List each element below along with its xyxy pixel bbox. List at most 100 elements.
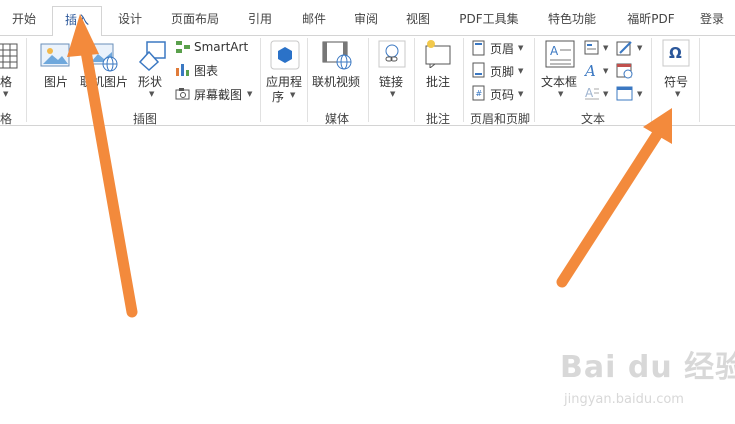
omega-symbol-icon[interactable]: Ω (662, 39, 690, 67)
group-separator (260, 38, 261, 122)
group-label-table: 表格 (0, 112, 13, 126)
tab-mailings-label: 邮件 (301, 12, 326, 26)
group-separator (307, 38, 308, 122)
chart-button-label[interactable]: 图表 (194, 62, 218, 79)
screenshot-dropdown-caret[interactable]: ▼ (247, 90, 252, 98)
group-label-text: 文本 (581, 112, 606, 126)
group-separator (651, 38, 652, 122)
group-separator (414, 38, 415, 122)
page-number-icon[interactable]: # (472, 85, 486, 101)
drop-cap-icon[interactable]: A (584, 85, 600, 101)
group-label-media: 媒体 (325, 112, 350, 126)
page-number-button-label[interactable]: 页码 (490, 86, 514, 103)
header-dropdown-caret[interactable]: ▼ (518, 44, 523, 52)
tab-home[interactable]: 开始 (2, 6, 46, 36)
table-dropdown-caret[interactable]: ▼ (3, 90, 8, 98)
textbox-dropdown-caret[interactable]: ▼ (558, 90, 563, 98)
tab-review-label: 审阅 (353, 12, 378, 26)
shapes-dropdown-caret[interactable]: ▼ (149, 90, 154, 98)
header-icon[interactable] (472, 40, 486, 56)
online-picture-icon[interactable] (88, 42, 120, 72)
header-button-label[interactable]: 页眉 (490, 40, 514, 57)
shapes-icon[interactable] (136, 40, 168, 72)
picture-icon[interactable] (40, 42, 70, 70)
tab-page-layout[interactable]: 页面布局 (162, 6, 228, 36)
tab-pdf-tools[interactable]: PDF工具集 (452, 6, 526, 36)
symbol-dropdown-caret[interactable]: ▼ (675, 90, 680, 98)
tab-foxit-pdf-label: 福昕PDF (627, 12, 675, 26)
group-separator (26, 38, 27, 122)
drop-cap-dropdown-caret[interactable]: ▼ (603, 90, 608, 98)
group-label-comments: 批注 (426, 112, 451, 126)
group-separator (463, 38, 464, 122)
footer-dropdown-caret[interactable]: ▼ (518, 67, 523, 75)
wordart-dropdown-caret[interactable]: ▼ (603, 67, 608, 75)
apps-store-icon[interactable] (270, 40, 300, 70)
svg-text:A: A (584, 62, 596, 78)
tab-references[interactable]: 引用 (238, 6, 282, 36)
tab-view[interactable]: 视图 (396, 6, 440, 36)
tab-insert-label: 插入 (64, 13, 89, 27)
smartart-button-label[interactable]: SmartArt (194, 40, 248, 54)
object-icon[interactable] (616, 85, 634, 103)
link-icon[interactable] (378, 40, 406, 68)
symbol-button-label[interactable]: 符号 (664, 73, 688, 90)
picture-button-label[interactable]: 图片 (44, 73, 68, 90)
quick-parts-icon[interactable] (584, 40, 600, 56)
link-dropdown-caret[interactable]: ▼ (390, 90, 395, 98)
group-separator (699, 38, 700, 122)
screenshot-button-label[interactable]: 屏幕截图 (194, 86, 242, 103)
tab-design-label: 设计 (117, 12, 142, 26)
arrow-to-symbol-button (556, 108, 672, 288)
wordart-icon[interactable]: A (584, 62, 600, 78)
svg-text:A: A (550, 44, 559, 58)
svg-text:#: # (476, 89, 483, 98)
screenshot-icon[interactable] (175, 86, 191, 100)
watermark-logo: Bai du 经验 (560, 350, 735, 385)
tab-design[interactable]: 设计 (108, 6, 152, 36)
footer-button-label[interactable]: 页脚 (490, 63, 514, 80)
signature-line-icon[interactable] (616, 39, 634, 57)
link-button-label[interactable]: 链接 (379, 73, 403, 90)
group-label-illustrations: 插图 (133, 112, 158, 126)
group-separator (368, 38, 369, 122)
tab-view-label: 视图 (405, 12, 430, 26)
apps-dropdown-caret[interactable]: ▼ (290, 91, 295, 99)
chart-icon[interactable] (175, 62, 191, 76)
tab-insert[interactable]: 插入 (52, 6, 102, 37)
date-time-icon[interactable] (616, 62, 634, 80)
svg-text:Ω: Ω (669, 44, 682, 62)
signature-line-dropdown-caret[interactable]: ▼ (637, 44, 642, 52)
online-picture-button-label[interactable]: 联机图片 (80, 73, 128, 90)
textbox-button-label[interactable]: 文本框 (541, 73, 577, 90)
login-link[interactable]: 登录 (694, 6, 730, 36)
tab-special-features[interactable]: 特色功能 (540, 6, 604, 36)
svg-text:A: A (585, 86, 594, 100)
ribbon-tab-bar: 开始 插入 设计 页面布局 引用 邮件 审阅 视图 PDF工具集 特色功能 福昕… (0, 0, 735, 37)
watermark-url: jingyan.baidu.com (564, 392, 684, 407)
tab-pdf-tools-label: PDF工具集 (459, 12, 519, 26)
comment-icon[interactable] (422, 38, 454, 68)
tab-foxit-pdf[interactable]: 福昕PDF (618, 6, 684, 36)
table-button-label[interactable]: 表格 (0, 73, 12, 90)
footer-icon[interactable] (472, 62, 486, 78)
apps-button-label-line2[interactable]: 序 (272, 88, 284, 105)
page-number-dropdown-caret[interactable]: ▼ (518, 90, 523, 98)
login-label: 登录 (699, 12, 724, 26)
online-video-icon[interactable] (322, 40, 354, 70)
tab-page-layout-label: 页面布局 (170, 12, 219, 26)
shapes-button-label[interactable]: 形状 (138, 73, 162, 90)
comment-button-label[interactable]: 批注 (426, 73, 450, 90)
tab-mailings[interactable]: 邮件 (292, 6, 336, 36)
tab-review[interactable]: 审阅 (344, 6, 388, 36)
quick-parts-dropdown-caret[interactable]: ▼ (603, 44, 608, 52)
tab-special-features-label: 特色功能 (547, 12, 596, 26)
textbox-icon[interactable]: A (545, 40, 575, 70)
tab-home-label: 开始 (11, 12, 36, 26)
smartart-icon[interactable] (175, 40, 191, 54)
online-video-button-label[interactable]: 联机视频 (312, 73, 360, 90)
group-label-header-footer: 页眉和页脚 (470, 112, 531, 126)
object-dropdown-caret[interactable]: ▼ (637, 90, 642, 98)
ribbon-panel: 表格 ▼ 表格 图片 联机图片 形状 ▼ SmartArt 图表 屏幕截图 (0, 36, 735, 126)
table-icon[interactable] (0, 42, 20, 72)
